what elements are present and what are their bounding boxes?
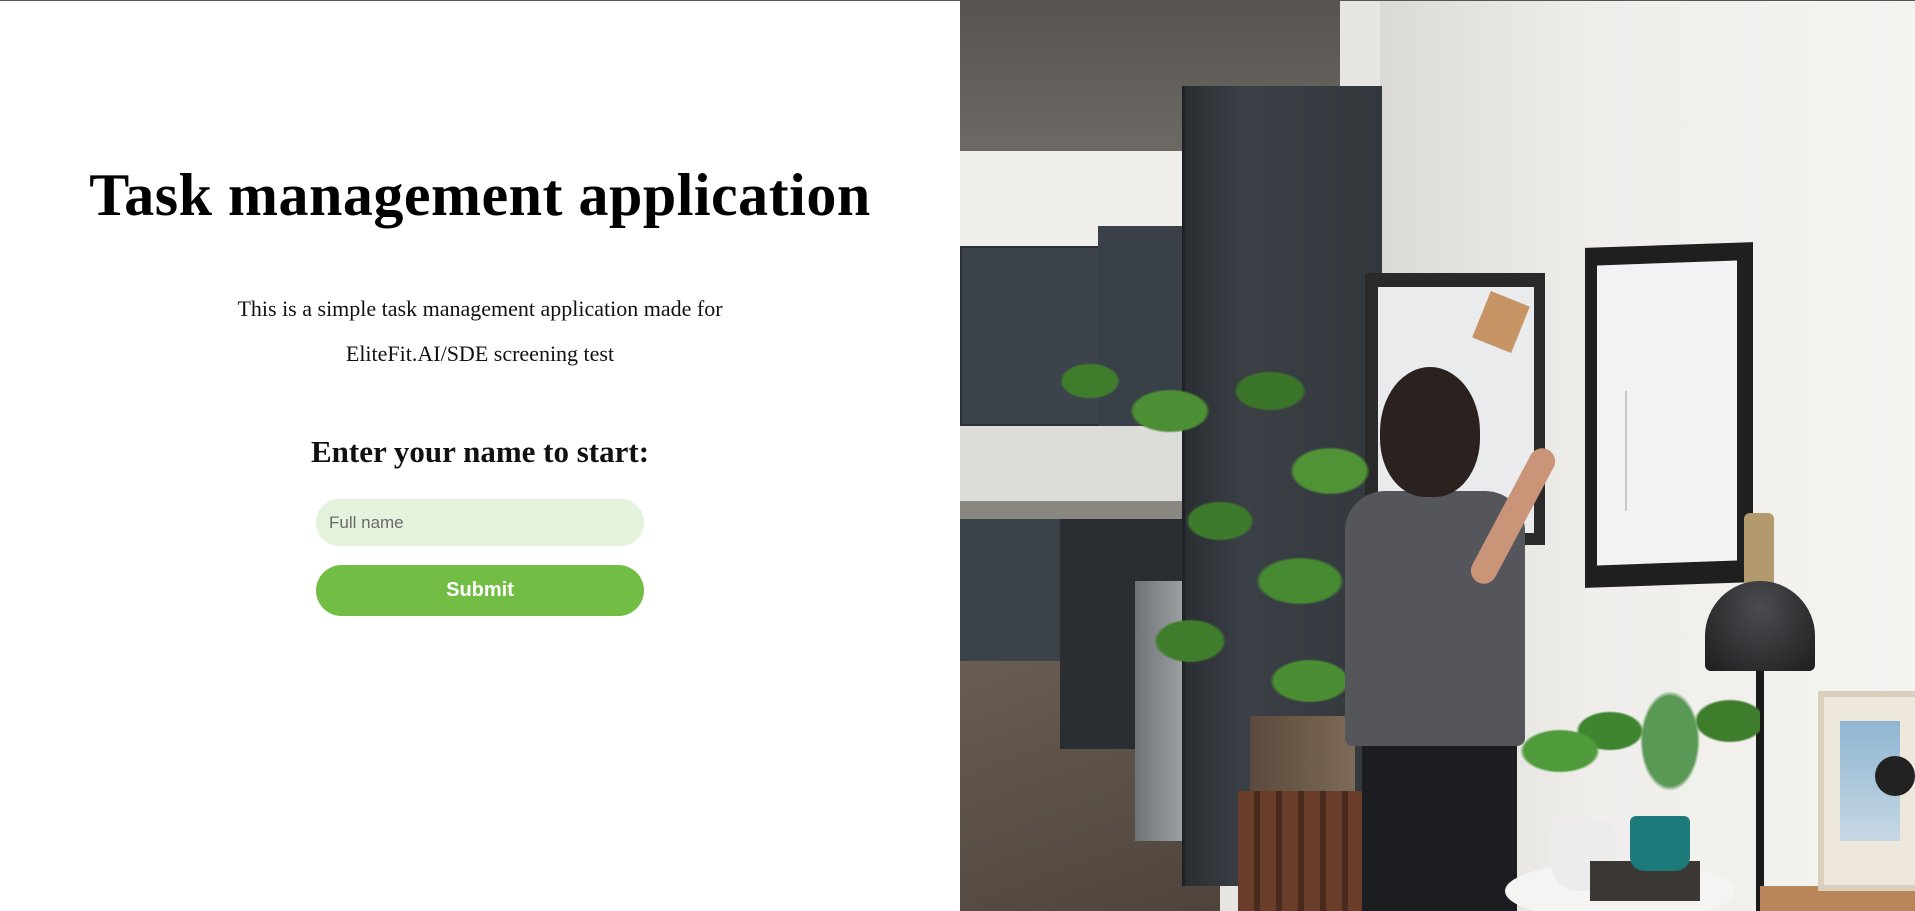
whiteboard-writing (1625, 391, 1705, 511)
full-name-input[interactable] (316, 499, 644, 546)
name-prompt: Enter your name to start: (310, 434, 650, 469)
teal-pot (1630, 816, 1690, 871)
person-head (1380, 367, 1480, 497)
photo-lower-cabinets (960, 519, 1060, 669)
submit-button[interactable]: Submit (316, 565, 644, 616)
intro-panel: Task management application This is a si… (0, 1, 960, 911)
app-title: Task management application (89, 162, 871, 228)
plant-crate (1238, 791, 1368, 911)
app-description: This is a simple task management applica… (237, 296, 723, 366)
landing-page: Task management application This is a si… (0, 0, 1915, 911)
person-legs (1362, 736, 1517, 911)
plant-leaves (1050, 321, 1370, 741)
microphone-icon (1875, 756, 1915, 796)
hero-photo (960, 1, 1915, 911)
